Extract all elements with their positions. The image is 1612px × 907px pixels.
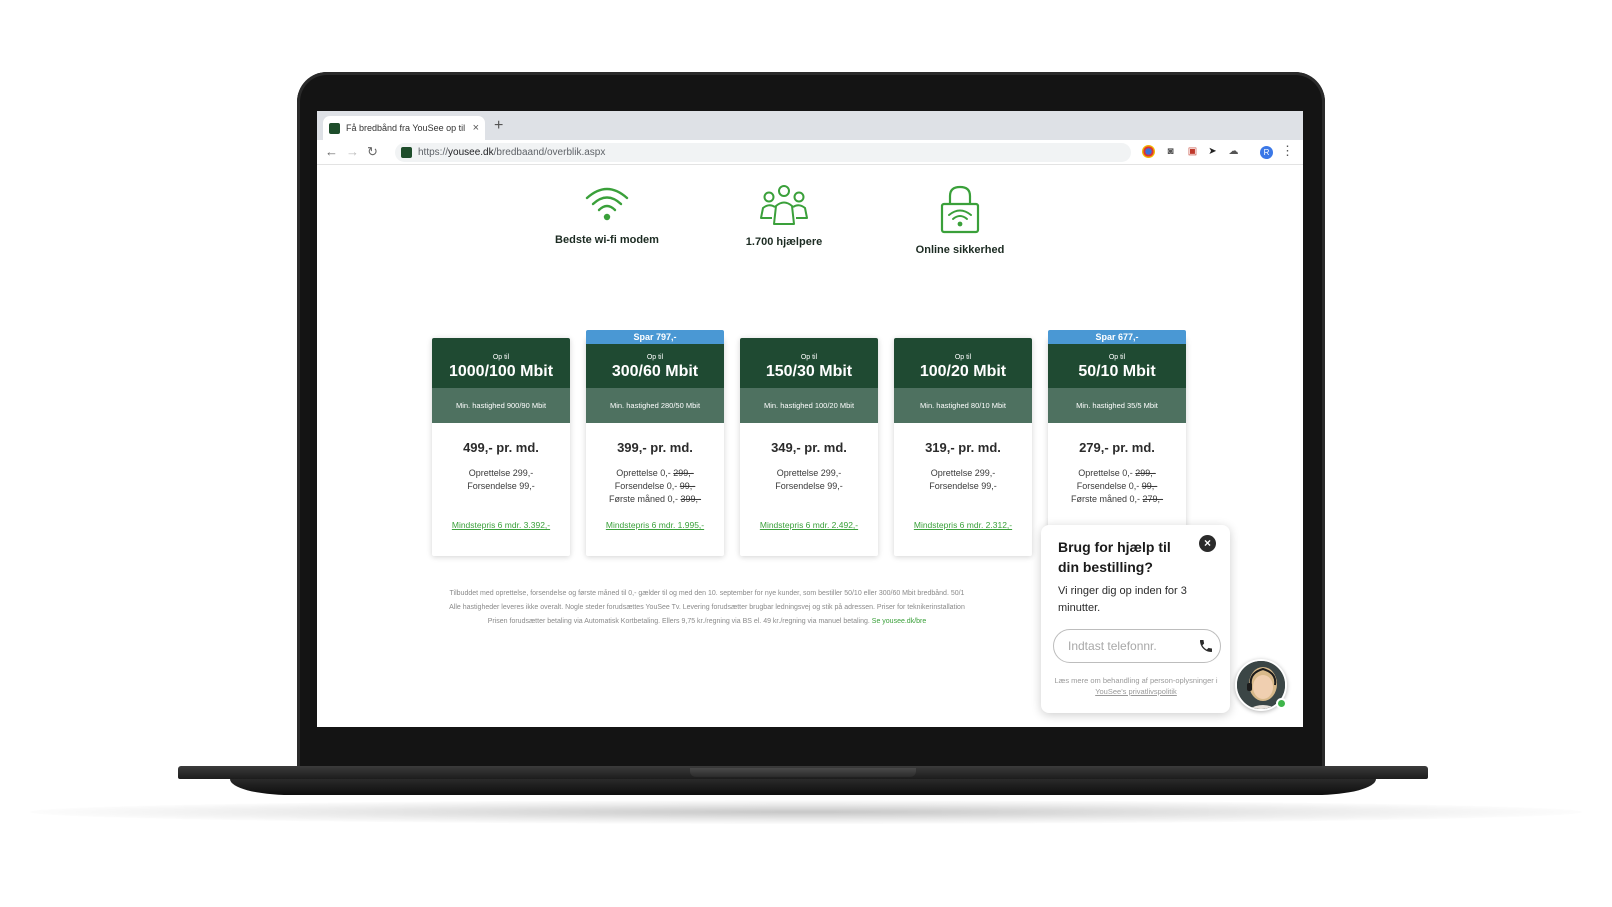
close-icon[interactable]: × — [1199, 535, 1216, 552]
feature-helpers: 1.700 hjælpere — [709, 184, 859, 248]
fee-first-month: Første måned 0,- 279,- — [1070, 494, 1164, 504]
stage: Få bredbånd fra YouSee op til × + ← → ↻ … — [0, 0, 1612, 907]
menu-kebab-icon[interactable]: ⋮ — [1281, 143, 1294, 159]
plan-card-150-30[interactable]: Op til 150/30 Mbit Min. hastighed 100/20… — [740, 338, 878, 556]
plan-header: Op til 50/10 Mbit — [1048, 338, 1186, 388]
privacy-policy-link[interactable]: YouSee's privatlivspolitik — [1095, 687, 1177, 696]
plan-upto: Op til — [646, 354, 664, 361]
terms-link[interactable]: Se yousee.dk/bre — [872, 618, 926, 625]
plan-price: 349,- pr. md. — [771, 440, 847, 455]
plan-speed: 150/30 Mbit — [765, 363, 853, 380]
plan-speed: 100/20 Mbit — [919, 363, 1007, 380]
calendar-extension-icon[interactable]: ▣ — [1186, 145, 1199, 158]
feature-label: Bedste wi-fi modem — [555, 234, 659, 246]
reload-icon[interactable]: ↻ — [367, 144, 378, 160]
fee-setup: Oprettelse 299,- — [776, 468, 842, 478]
browser-toolbar: ← → ↻ https://yousee.dk/bredbaand/overbl… — [317, 140, 1303, 165]
fee-setup: Oprettelse 299,- — [930, 468, 996, 478]
cursor-extension-icon[interactable]: ➤ — [1206, 145, 1219, 158]
plan-upto: Op til — [800, 354, 818, 361]
plan-fees: Oprettelse 0,- 299,- Forsendelse 0,- 99,… — [586, 467, 724, 506]
laptop-notch — [690, 768, 916, 777]
min-price-link[interactable]: Mindstepris 6 mdr. 2.312,- — [894, 520, 1032, 530]
plan-upto: Op til — [492, 354, 510, 361]
fee-setup: Oprettelse 0,- 299,- — [616, 468, 694, 478]
plan-min-speed: Min. hastighed 100/20 Mbit — [740, 388, 878, 423]
fee-shipping: Forsendelse 0,- 99,- — [614, 481, 696, 491]
fee-shipping: Forsendelse 99,- — [775, 481, 843, 491]
plan-header: Op til 300/60 Mbit — [586, 338, 724, 388]
plan-upto: Op til — [1108, 354, 1126, 361]
plan-speed: 1000/100 Mbit — [448, 363, 554, 380]
plan-fees: Oprettelse 299,- Forsendelse 99,- — [740, 467, 878, 493]
plan-min-speed: Min. hastighed 80/10 Mbit — [894, 388, 1032, 423]
min-price-link[interactable]: Mindstepris 6 mdr. 3.392,- — [432, 520, 570, 530]
profile-avatar[interactable]: R — [1260, 146, 1273, 159]
plan-speed: 50/10 Mbit — [1078, 363, 1156, 380]
feature-online-security: Online sikkerhed — [885, 184, 1035, 256]
plan-header: Op til 150/30 Mbit — [740, 338, 878, 388]
tab-bar: Få bredbånd fra YouSee op til × + — [317, 111, 1303, 140]
back-arrow-icon[interactable]: ← — [325, 144, 338, 159]
min-price-link[interactable]: Mindstepris 6 mdr. 2.492,- — [740, 520, 878, 530]
browser-tab[interactable]: Få bredbånd fra YouSee op til × — [323, 116, 485, 140]
people-group-icon — [760, 185, 808, 225]
plan-card-1000-100[interactable]: Op til 1000/100 Mbit Min. hastighed 900/… — [432, 338, 570, 556]
min-price-link[interactable]: Mindstepris 6 mdr. 1.995,- — [586, 520, 724, 530]
plan-header: Op til 100/20 Mbit — [894, 338, 1032, 388]
plan-price: 279,- pr. md. — [1079, 440, 1155, 455]
plan-card-50-10[interactable]: Spar 677,- Op til 50/10 Mbit Min. hastig… — [1048, 330, 1186, 556]
fee-setup: Oprettelse 299,- — [468, 468, 534, 478]
privacy-note: Læs mere om behandling af person-oplysni… — [1054, 676, 1218, 696]
plan-price: 319,- pr. md. — [925, 440, 1001, 455]
fee-setup: Oprettelse 0,- 299,- — [1078, 468, 1156, 478]
fee-shipping: Forsendelse 0,- 99,- — [1076, 481, 1158, 491]
online-status-dot — [1276, 698, 1287, 709]
chrome-extension-icon[interactable] — [1142, 145, 1155, 158]
feature-label: 1.700 hjælpere — [745, 236, 823, 248]
fee-shipping: Forsendelse 99,- — [929, 481, 997, 491]
plan-min-speed: Min. hastighed 900/90 Mbit — [432, 388, 570, 423]
yousee-favicon-icon — [329, 122, 340, 134]
phone-icon[interactable] — [1198, 638, 1214, 654]
url-text: https://yousee.dk/bredbaand/overblik.asp… — [418, 147, 606, 158]
plan-speed: 300/60 Mbit — [611, 363, 699, 380]
plan-card-300-60[interactable]: Spar 797,- Op til 300/60 Mbit Min. hasti… — [586, 330, 724, 556]
plan-price: 499,- pr. md. — [463, 440, 539, 455]
plan-fees: Oprettelse 299,- Forsendelse 99,- — [432, 467, 570, 493]
feature-label: Online sikkerhed — [915, 244, 1005, 256]
laptop-base-underside — [230, 779, 1376, 795]
forward-arrow-icon[interactable]: → — [346, 144, 359, 159]
new-tab-button[interactable]: + — [494, 117, 503, 135]
popup-text: Vi ringer dig op inden for 3 minutter. — [1058, 585, 1187, 614]
popup-title: Brug for hjælp til din bestilling? — [1058, 539, 1171, 575]
save-badge: Spar 677,- — [1048, 330, 1186, 344]
plan-card-100-20[interactable]: Op til 100/20 Mbit Min. hastighed 80/10 … — [894, 338, 1032, 556]
camera-icon[interactable]: ◙ — [1164, 145, 1177, 158]
phone-input[interactable] — [1068, 637, 1186, 655]
phone-field[interactable] — [1053, 629, 1221, 663]
cloud-icon[interactable]: ☁ — [1227, 145, 1240, 158]
save-badge: Spar 797,- — [586, 330, 724, 344]
site-favicon-icon — [401, 147, 412, 158]
fee-first-month: Første måned 0,- 399,- — [608, 494, 702, 504]
tab-title: Få bredbånd fra YouSee op til — [346, 123, 466, 133]
feature-wifi-modem: Bedste wi-fi modem — [532, 184, 682, 246]
plan-min-speed: Min. hastighed 35/5 Mbit — [1048, 388, 1186, 423]
plan-fees: Oprettelse 0,- 299,- Forsendelse 0,- 99,… — [1048, 467, 1186, 506]
plan-price: 399,- pr. md. — [617, 440, 693, 455]
help-popup: Brug for hjælp til din bestilling? × Vi … — [1041, 525, 1230, 713]
plan-min-speed: Min. hastighed 280/50 Mbit — [586, 388, 724, 423]
plan-upto: Op til — [954, 354, 972, 361]
wifi-icon — [585, 187, 629, 221]
plan-header: Op til 1000/100 Mbit — [432, 338, 570, 388]
laptop-shadow — [30, 800, 1582, 824]
disclaimer-text: Tilbuddet med oprettelse, forsendelse og… — [449, 590, 965, 625]
lock-wifi-icon — [940, 185, 980, 234]
fee-shipping: Forsendelse 99,- — [467, 481, 535, 491]
plan-fees: Oprettelse 299,- Forsendelse 99,- — [894, 467, 1032, 493]
address-bar[interactable]: https://yousee.dk/bredbaand/overblik.asp… — [395, 143, 1131, 162]
tab-close-icon[interactable]: × — [473, 122, 479, 134]
